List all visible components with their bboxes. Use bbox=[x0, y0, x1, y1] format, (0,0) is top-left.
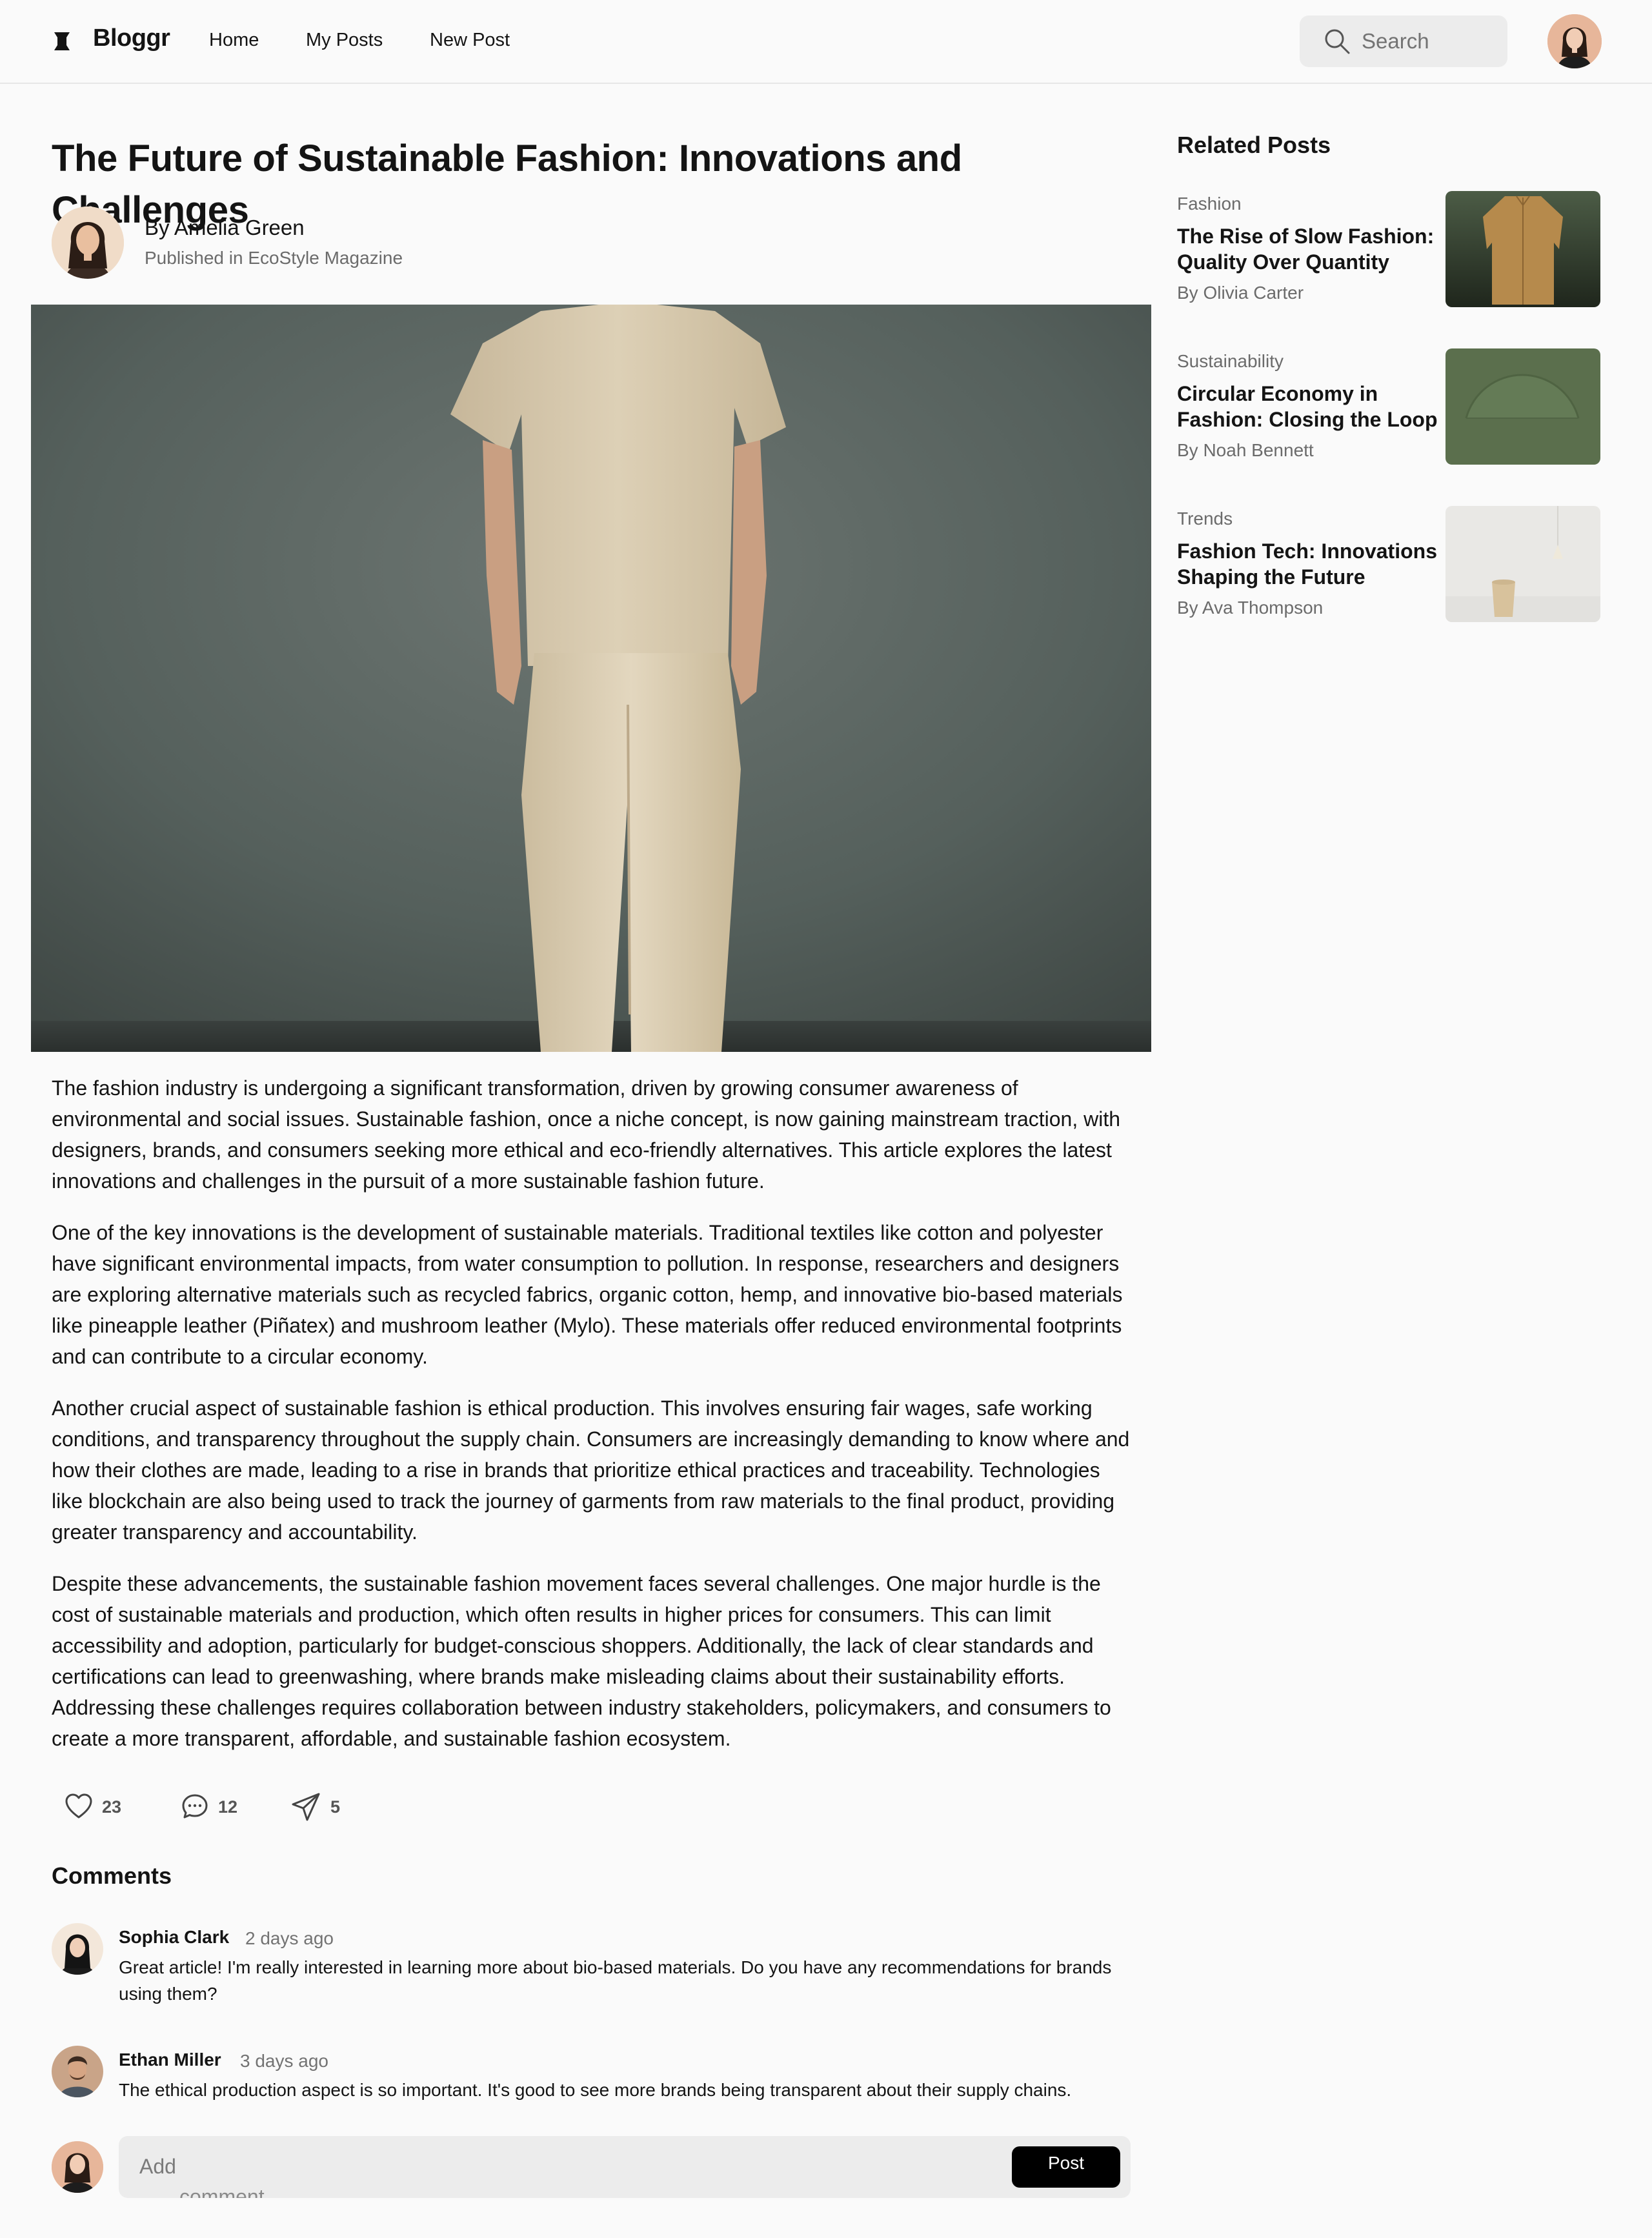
related-post-title[interactable]: The Rise of Slow Fashion: Quality Over Q… bbox=[1177, 223, 1448, 275]
logo-text[interactable]: Bloggr bbox=[93, 25, 170, 52]
comment-item: Ethan Miller 3 days ago The ethical prod… bbox=[52, 2046, 1136, 2104]
comment-button[interactable]: 12 bbox=[181, 1789, 237, 1825]
add-comment-input[interactable] bbox=[139, 2152, 333, 2181]
related-posts-title: Related Posts bbox=[1177, 132, 1331, 158]
related-post-author: By Noah Bennett bbox=[1177, 440, 1314, 460]
user-avatar[interactable] bbox=[1547, 14, 1602, 68]
share-icon bbox=[292, 1793, 320, 1821]
current-user-avatar bbox=[52, 2141, 103, 2193]
author-avatar[interactable] bbox=[52, 207, 124, 279]
related-post-title[interactable]: Circular Economy in Fashion: Closing the… bbox=[1177, 381, 1448, 432]
related-post-thumbnail[interactable] bbox=[1446, 506, 1600, 622]
related-post-card[interactable]: Fashion The Rise of Slow Fashion: Qualit… bbox=[1177, 191, 1600, 314]
nav-home[interactable]: Home bbox=[209, 30, 259, 51]
related-post-title[interactable]: Fashion Tech: Innovations Shaping the Fu… bbox=[1177, 538, 1448, 590]
comment-text: The ethical production aspect is so impo… bbox=[119, 2080, 1072, 2100]
heart-icon bbox=[65, 1793, 92, 1819]
commenter-name[interactable]: Sophia Clark bbox=[119, 1927, 229, 1948]
search-input[interactable] bbox=[1362, 25, 1497, 58]
related-post-thumbnail[interactable] bbox=[1446, 191, 1600, 307]
post-comment-button[interactable]: Post bbox=[1012, 2146, 1120, 2188]
article-body: The fashion industry is undergoing a sig… bbox=[52, 1073, 1131, 1775]
publication-name: Published in EcoStyle Magazine bbox=[145, 248, 403, 268]
share-count: 5 bbox=[330, 1797, 341, 1817]
nav-new-post[interactable]: New Post bbox=[430, 30, 510, 51]
related-post-card[interactable]: Sustainability Circular Economy in Fashi… bbox=[1177, 348, 1600, 471]
comment-timestamp: 3 days ago bbox=[240, 2051, 328, 2071]
related-post-category: Sustainability bbox=[1177, 351, 1284, 371]
comment-icon bbox=[182, 1794, 208, 1819]
article-paragraph: Another crucial aspect of sustainable fa… bbox=[52, 1396, 1130, 1544]
related-post-category: Fashion bbox=[1177, 194, 1242, 214]
related-post-thumbnail[interactable] bbox=[1446, 348, 1600, 465]
top-navigation-bar: Bloggr Home My Posts New Post bbox=[0, 0, 1652, 84]
article-paragraph: The fashion industry is undergoing a sig… bbox=[52, 1076, 1121, 1193]
like-count: 23 bbox=[102, 1797, 122, 1817]
add-comment-box[interactable]: comment Post bbox=[119, 2136, 1131, 2198]
article-paragraph: Despite these advancements, the sustaina… bbox=[52, 1572, 1111, 1750]
commenter-avatar[interactable] bbox=[52, 1923, 103, 1975]
related-post-card[interactable]: Trends Fashion Tech: Innovations Shaping… bbox=[1177, 506, 1600, 629]
share-button[interactable]: 5 bbox=[290, 1789, 340, 1825]
search-icon bbox=[1325, 29, 1350, 54]
commenter-name[interactable]: Ethan Miller bbox=[119, 2050, 221, 2070]
search-box[interactable] bbox=[1300, 15, 1507, 67]
comment-timestamp: 2 days ago bbox=[245, 1928, 334, 1948]
related-post-category: Trends bbox=[1177, 509, 1233, 529]
hero-image bbox=[31, 305, 1151, 1052]
comment-text: Great article! I'm really interested in … bbox=[119, 1957, 1112, 2004]
logo-icon[interactable] bbox=[53, 32, 71, 50]
comments-title: Comments bbox=[52, 1862, 172, 1889]
commenter-avatar[interactable] bbox=[52, 2046, 103, 2097]
nav-my-posts[interactable]: My Posts bbox=[306, 30, 383, 51]
comment-item: Sophia Clark 2 days ago Great article! I… bbox=[52, 1923, 1136, 2013]
related-post-author: By Ava Thompson bbox=[1177, 598, 1324, 618]
related-post-author: By Olivia Carter bbox=[1177, 283, 1304, 303]
article-paragraph: One of the key innovations is the develo… bbox=[52, 1221, 1123, 1368]
like-button[interactable]: 23 bbox=[65, 1789, 121, 1825]
add-comment-placeholder-overflow: comment bbox=[179, 2185, 265, 2198]
comment-count: 12 bbox=[218, 1797, 238, 1817]
author-name[interactable]: By Amelia Green bbox=[145, 216, 305, 240]
